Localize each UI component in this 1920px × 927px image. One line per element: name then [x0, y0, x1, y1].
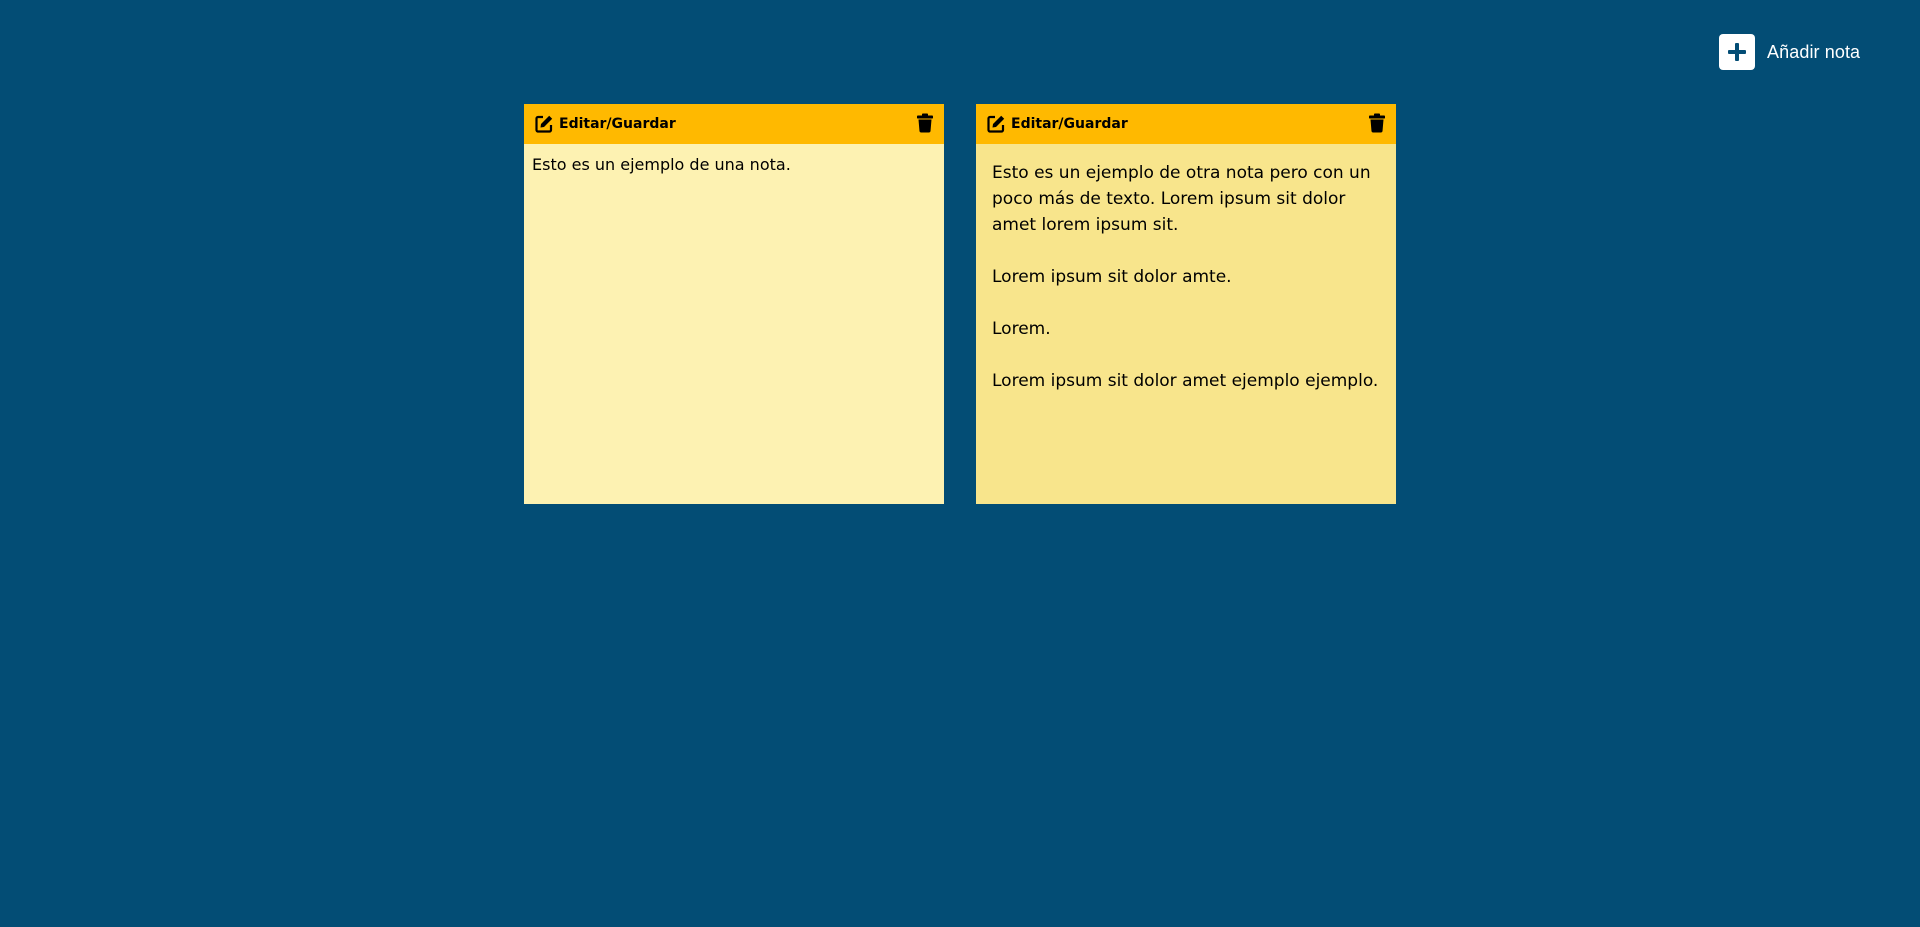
delete-note-button[interactable] [1368, 113, 1386, 136]
note-body[interactable]: Esto es un ejemplo de otra nota pero con… [976, 144, 1396, 504]
add-note-button[interactable]: Añadir nota [1719, 34, 1860, 70]
edit-save-label: Editar/Guardar [559, 116, 676, 132]
delete-note-button[interactable] [916, 113, 934, 136]
edit-save-button[interactable]: Editar/Guardar [986, 114, 1128, 134]
edit-icon [534, 114, 554, 134]
add-note-label: Añadir nota [1767, 41, 1861, 62]
note-card: Editar/Guardar Esto es un ejemplo de otr… [976, 104, 1396, 504]
edit-icon [986, 114, 1006, 134]
notes-app: Añadir nota Editar/Guardar Esto es un ej… [0, 0, 1920, 927]
note-paragraph: Lorem ipsum sit dolor amte. [992, 267, 1232, 287]
edit-save-button[interactable]: Editar/Guardar [534, 114, 676, 134]
note-header: Editar/Guardar [976, 104, 1396, 144]
note-header: Editar/Guardar [524, 104, 944, 144]
note-paragraph: Lorem ipsum sit dolor amet ejemplo ejemp… [992, 371, 1379, 391]
note-body[interactable]: Esto es un ejemplo de una nota. [524, 144, 944, 504]
notes-container: Editar/Guardar Esto es un ejemplo de una… [524, 104, 1396, 504]
note-card: Editar/Guardar Esto es un ejemplo de una… [524, 104, 944, 504]
plus-icon [1719, 34, 1755, 70]
note-paragraph: Esto es un ejemplo de otra nota pero con… [992, 163, 1371, 235]
note-paragraph: Lorem. [992, 319, 1051, 339]
trash-icon [916, 113, 934, 136]
trash-icon [1368, 113, 1386, 136]
edit-save-label: Editar/Guardar [1011, 116, 1128, 132]
note-text: Esto es un ejemplo de una nota. [532, 155, 791, 174]
